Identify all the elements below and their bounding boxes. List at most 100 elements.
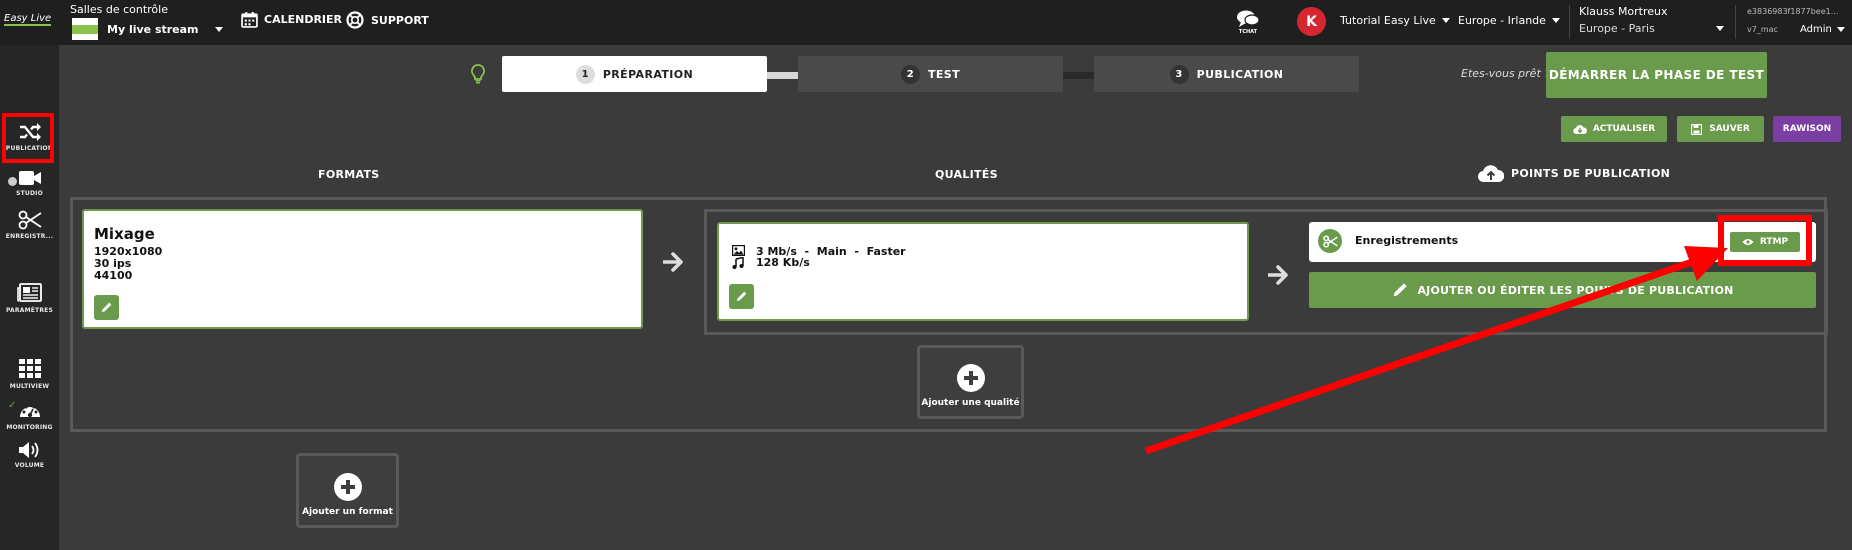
sidebar-item-label: PARAMÈTRES [6, 307, 53, 314]
app-logo[interactable]: Easy Live [4, 13, 52, 26]
save-label: SAUVER [1709, 124, 1750, 134]
version-label: v7_mac [1747, 25, 1778, 34]
newspaper-icon [16, 283, 42, 302]
session-id: e3836983f1877bee1... [1747, 7, 1839, 16]
add-edit-label: AJOUTER OU ÉDITER LES POINTS DE PUBLICAT… [1417, 283, 1734, 297]
scissors-badge [1318, 229, 1342, 253]
pencil-icon [1394, 283, 1408, 297]
chevron-down-icon [1716, 26, 1724, 31]
sidebar-item-publication[interactable]: PUBLICATION [0, 113, 59, 163]
step-connector [767, 72, 798, 79]
add-quality-label: Ajouter une qualité [921, 398, 1020, 408]
publication-points-heading: POINTS DE PUBLICATION [1478, 163, 1670, 183]
sidebar: PUBLICATION STUDIO ENREGISTR... PARAMÈTR… [0, 45, 59, 550]
ready-text: Etes-vous prêt ? [1461, 67, 1551, 80]
rtmp-button[interactable]: RTMP [1730, 232, 1800, 252]
chat-label: TCHAT [1238, 29, 1258, 35]
role-selector[interactable]: Admin [1800, 24, 1845, 35]
rawison-button[interactable]: RAWISON [1773, 116, 1841, 142]
chat-button[interactable]: TCHAT [1233, 9, 1263, 35]
stream-selector[interactable]: My live stream [72, 17, 223, 41]
timezone-selector[interactable]: Europe - Paris [1579, 22, 1724, 35]
sidebar-item-multiview[interactable]: MULTIVIEW [0, 359, 59, 395]
role-name: Admin [1800, 24, 1832, 35]
refresh-label: ACTUALISER [1592, 124, 1656, 134]
workspace-name: Tutorial Easy Live [1340, 14, 1436, 27]
add-format-label: Ajouter un format [302, 507, 393, 517]
calendar-icon [241, 12, 258, 28]
step-number: 1 [575, 64, 595, 84]
dashboard-icon [19, 403, 40, 418]
plus-circle-icon [956, 364, 985, 392]
status-dot [8, 177, 17, 186]
stream-name: My live stream [107, 22, 199, 36]
highlight-box [2, 113, 54, 163]
sidebar-item-settings[interactable]: PARAMÈTRES [0, 283, 59, 321]
avatar[interactable]: K [1297, 7, 1326, 36]
step-connector [1063, 72, 1094, 79]
rtmp-label: RTMP [1759, 237, 1789, 247]
publication-point-name: Enregistrements [1355, 234, 1459, 247]
arrow-right-icon [663, 252, 683, 272]
topbar-divider [1735, 5, 1736, 39]
top-bar: Easy Live Salles de contrôle My live str… [0, 0, 1852, 45]
sidebar-item-volume[interactable]: VOLUME [0, 441, 59, 477]
formats-heading: FORMATS [318, 168, 380, 181]
sidebar-item-label: MULTIVIEW [9, 383, 50, 390]
chevron-down-icon [1551, 18, 1560, 23]
music-note-icon [732, 257, 744, 269]
step-preparation[interactable]: 1 PRÉPARATION [502, 56, 767, 92]
lightbulb-icon[interactable] [471, 64, 485, 84]
cloud-upload-icon [1478, 165, 1504, 183]
sidebar-item-label: STUDIO [16, 190, 43, 197]
format-card[interactable]: Mixage 1920x1080 30 ips 44100 [82, 209, 643, 329]
workspace-selector[interactable]: Tutorial Easy Live [1340, 14, 1450, 27]
topbar-divider [1569, 5, 1570, 39]
arrow-right-icon [1268, 265, 1288, 285]
step-test[interactable]: 2 TEST [798, 56, 1063, 92]
start-test-button[interactable]: DÉMARRER LA PHASE DE TEST [1546, 52, 1767, 98]
chevron-down-icon [1836, 27, 1845, 32]
refresh-button[interactable]: ACTUALISER [1561, 116, 1667, 142]
nav-calendar[interactable]: CALENDRIER [241, 11, 342, 28]
plus-circle-icon [333, 473, 362, 501]
step-publication[interactable]: 3 PUBLICATION [1094, 56, 1359, 92]
avatar-letter: K [1306, 13, 1317, 30]
nav-calendar-label: CALENDRIER [264, 13, 342, 26]
nav-support-label: SUPPORT [371, 13, 429, 27]
video-camera-icon [18, 171, 41, 185]
scissors-icon [1322, 234, 1338, 248]
step-label: TEST [927, 67, 961, 81]
format-name: Mixage [94, 225, 155, 243]
edit-quality-button[interactable] [729, 284, 754, 309]
cloud-download-icon [1573, 124, 1587, 134]
add-format-button[interactable]: Ajouter un format [296, 453, 399, 528]
stream-thumbnail [72, 18, 98, 40]
lifebuoy-icon [346, 11, 364, 29]
sidebar-item-studio[interactable]: STUDIO [0, 170, 59, 206]
nav-support[interactable]: SUPPORT [346, 11, 429, 29]
sidebar-item-label: MONITORING [6, 424, 53, 431]
add-edit-publication-points-button[interactable]: AJOUTER OU ÉDITER LES POINTS DE PUBLICAT… [1309, 272, 1816, 308]
save-button[interactable]: SAUVER [1677, 116, 1764, 142]
pencil-icon [101, 302, 112, 313]
step-label: PUBLICATION [1196, 67, 1284, 81]
edit-format-button[interactable] [94, 295, 119, 320]
quality-card[interactable]: 3 Mb/s - Main - Faster 128 Kb/s [717, 222, 1249, 321]
sidebar-item-label: VOLUME [14, 462, 45, 469]
region-selector[interactable]: Europe - Irlande [1458, 14, 1560, 27]
qualities-heading: QUALITÉS [935, 168, 998, 181]
floppy-disk-icon [1691, 123, 1703, 135]
timezone-name: Europe - Paris [1579, 22, 1655, 35]
chat-icon [1237, 10, 1260, 27]
volume-icon [18, 442, 38, 458]
sidebar-item-recordings[interactable]: ENREGISTR... [0, 210, 59, 246]
image-icon [732, 245, 745, 256]
chevron-down-icon [214, 26, 223, 32]
grid-icon [18, 359, 41, 378]
quality-audio: 128 Kb/s [756, 256, 810, 269]
sidebar-item-monitoring[interactable]: ✓ MONITORING [0, 400, 59, 436]
add-quality-button[interactable]: Ajouter une qualité [917, 345, 1024, 419]
control-room-label: Salles de contrôle [70, 3, 168, 16]
eye-icon [1742, 239, 1754, 245]
